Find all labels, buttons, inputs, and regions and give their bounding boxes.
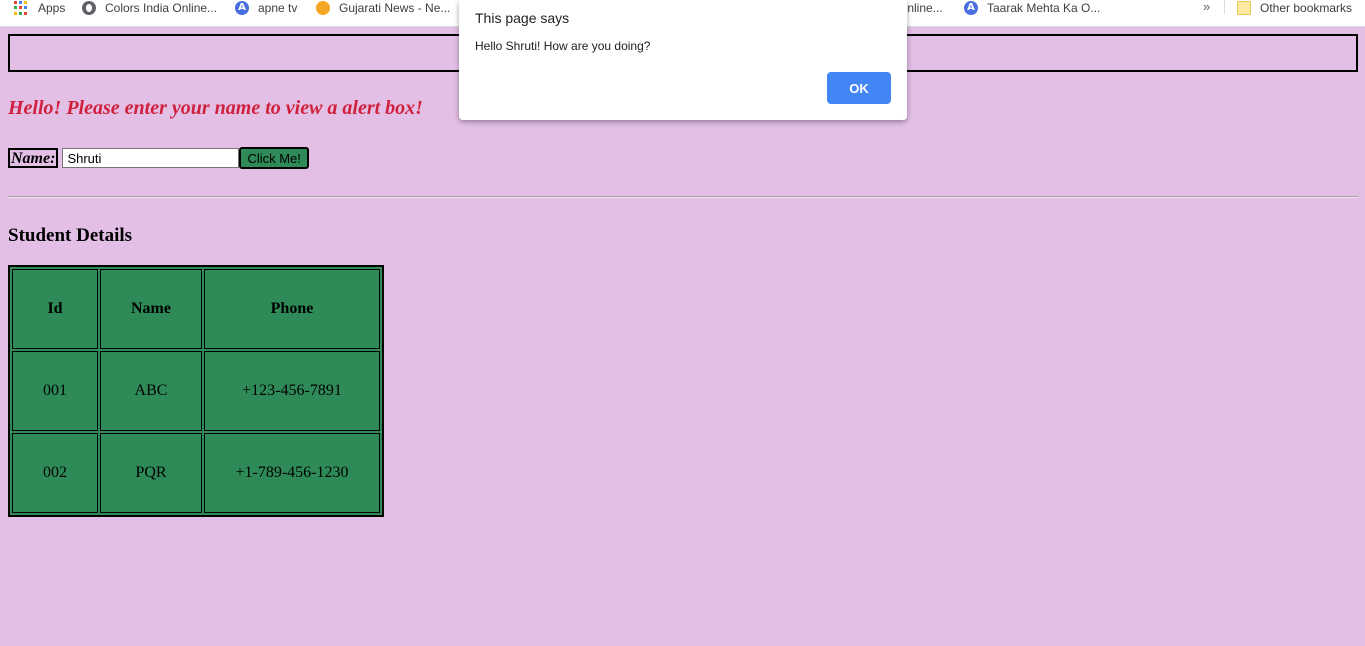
table-cell: ABC xyxy=(100,351,202,431)
apps-grid-icon xyxy=(14,1,28,15)
name-input[interactable] xyxy=(62,148,240,168)
section-title: Student Details xyxy=(8,225,133,246)
bookmark-apne-tv[interactable]: A apne tv xyxy=(235,0,297,16)
bookmarks-divider xyxy=(1224,0,1225,14)
divider xyxy=(8,196,1358,198)
table-cell: +123-456-7891 xyxy=(204,351,380,431)
student-table: Id Name Phone 001 ABC +123-456-7891 002 … xyxy=(8,265,384,517)
greeting-text: Hello! Please enter your name to view a … xyxy=(8,97,423,119)
dialog-title: This page says xyxy=(475,10,570,26)
bookmark-label: Other bookmarks xyxy=(1260,1,1353,15)
column-header: Name xyxy=(100,269,202,349)
name-label: Name: xyxy=(8,148,59,168)
bookmark-label: Colors India Online... xyxy=(105,1,218,15)
bookmark-taarak-mehta[interactable]: A Taarak Mehta Ka O... xyxy=(964,0,1100,16)
ok-button[interactable]: OK xyxy=(827,72,891,104)
name-form: Name: Click Me! xyxy=(8,147,309,169)
bookmark-other-bookmarks[interactable]: Other bookmarks xyxy=(1237,0,1352,16)
alert-dialog: This page says Hello Shruti! How are you… xyxy=(459,0,907,120)
table-cell: 001 xyxy=(12,351,98,431)
column-header: Id xyxy=(12,269,98,349)
table-row: 001 ABC +123-456-7891 xyxy=(12,351,380,431)
bookmark-apps[interactable]: Apps xyxy=(14,0,65,16)
bookmark-label: Gujarati News - Ne... xyxy=(339,1,451,15)
table-header-row: Id Name Phone xyxy=(12,269,380,349)
bookmark-colors-india[interactable]: Colors India Online... xyxy=(82,0,217,16)
bookmark-label: Apps xyxy=(38,1,66,15)
a-logo-icon: A xyxy=(235,1,249,15)
table-cell: 002 xyxy=(12,433,98,513)
table-cell: PQR xyxy=(100,433,202,513)
folder-icon xyxy=(1237,1,1251,15)
column-header: Phone xyxy=(204,269,380,349)
click-me-button[interactable]: Click Me! xyxy=(239,147,309,169)
bookmark-gujarati-news[interactable]: Gujarati News - Ne... xyxy=(316,0,450,16)
bookmarks-overflow-icon[interactable]: » xyxy=(1203,0,1210,14)
table-cell: +1-789-456-1230 xyxy=(204,433,380,513)
a-logo-icon: A xyxy=(964,1,978,15)
bookmark-label: Taarak Mehta Ka O... xyxy=(987,1,1101,15)
table-row: 002 PQR +1-789-456-1230 xyxy=(12,433,380,513)
globe-icon xyxy=(82,1,96,15)
dialog-message: Hello Shruti! How are you doing? xyxy=(475,39,651,53)
bookmark-label: apne tv xyxy=(258,1,298,15)
orange-dot-icon xyxy=(316,1,330,15)
